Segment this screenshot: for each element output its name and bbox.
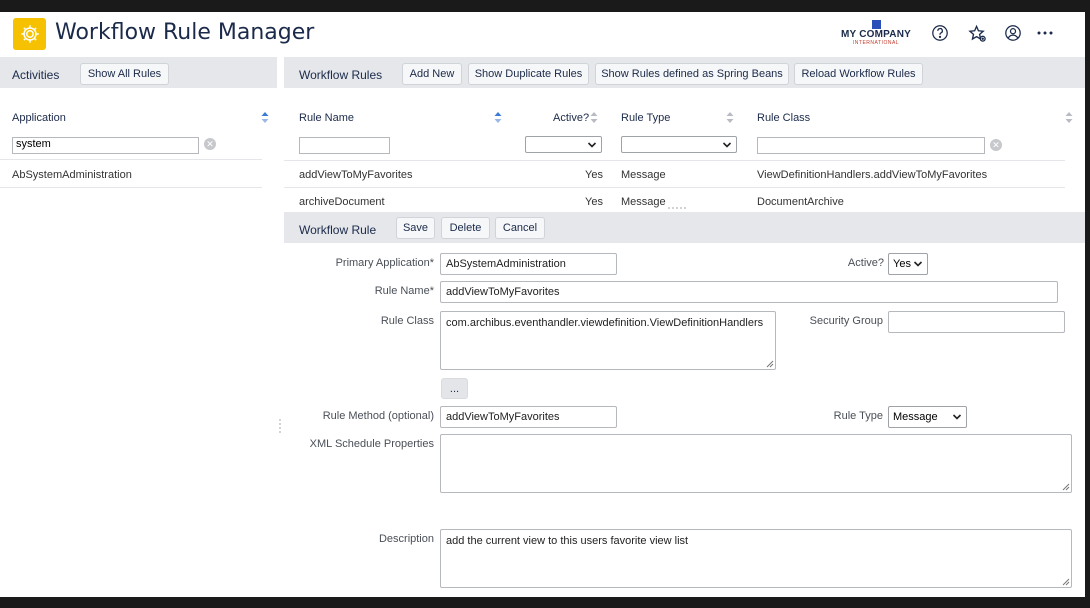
gear-icon: [13, 18, 46, 50]
workflow-rule-title: Workflow Rule: [299, 223, 377, 237]
chevron-down-icon: [913, 261, 923, 267]
app-window: Workflow Rule Manager MY COMPANY INTERNA…: [0, 12, 1085, 597]
splitter-handle[interactable]: [278, 418, 282, 434]
show-all-rules-button[interactable]: Show All Rules: [80, 63, 169, 85]
chevron-down-icon: [587, 142, 597, 148]
splitter-handle[interactable]: [667, 206, 687, 210]
workflow-rule-header: Workflow Rule Save Delete Cancel: [284, 212, 1085, 243]
reload-workflow-rules-button[interactable]: Reload Workflow Rules: [794, 63, 923, 85]
resize-grip-icon[interactable]: [1062, 578, 1070, 586]
rule-name-label: Rule Name*: [374, 285, 434, 297]
sort-icon[interactable]: [726, 112, 734, 123]
rule-name-filter-input[interactable]: [299, 137, 390, 154]
more-icon[interactable]: [1035, 23, 1055, 43]
workflow-rules-title: Workflow Rules: [299, 68, 383, 82]
cancel-button[interactable]: Cancel: [495, 217, 545, 239]
rule-class-textarea[interactable]: com.archibus.eventhandler.viewdefinition…: [440, 311, 776, 370]
security-group-label: Security Group: [809, 315, 883, 327]
row-divider: [0, 187, 262, 188]
application-column-header[interactable]: Application: [12, 112, 66, 124]
row-divider: [284, 187, 1065, 188]
building-icon: [871, 20, 881, 29]
rule-type-select[interactable]: Message: [888, 406, 967, 428]
active-label: Active?: [847, 257, 884, 269]
active-cell: Yes: [585, 196, 603, 208]
help-icon[interactable]: [930, 23, 950, 43]
save-button[interactable]: Save: [396, 217, 435, 239]
row-divider: [0, 159, 262, 160]
rule-type-label: Rule Type: [833, 410, 883, 422]
rule-name-column-header[interactable]: Rule Name: [299, 112, 354, 124]
activities-panel: Activities Show All Rules Application sy…: [0, 57, 277, 597]
rule-class-filter-input[interactable]: [757, 137, 985, 154]
rule-class-column-header[interactable]: Rule Class: [757, 112, 810, 124]
rule-name-cell: addViewToMyFavorites: [299, 169, 413, 181]
rule-name-cell: archiveDocument: [299, 196, 385, 208]
favorites-star-icon[interactable]: [967, 23, 987, 43]
active-column-header[interactable]: Active?: [553, 112, 589, 124]
company-logo: MY COMPANY INTERNATIONAL: [839, 20, 913, 46]
resize-grip-icon[interactable]: [766, 360, 774, 368]
active-filter-select[interactable]: [525, 136, 602, 153]
workflow-rules-header: Workflow Rules Add New Show Duplicate Ru…: [284, 57, 1085, 88]
sort-icon[interactable]: [261, 112, 269, 123]
sort-icon[interactable]: [1065, 112, 1073, 123]
clear-filter-icon[interactable]: ✕: [204, 138, 216, 150]
primary-application-input[interactable]: AbSystemAdministration: [440, 253, 617, 275]
add-new-button[interactable]: Add New: [402, 63, 462, 85]
sort-icon[interactable]: [494, 112, 502, 123]
page-title: Workflow Rule Manager: [55, 20, 315, 45]
primary-application-label: Primary Application*: [335, 257, 434, 269]
rule-type-filter-select[interactable]: [621, 136, 737, 153]
chevron-down-icon: [722, 142, 732, 148]
list-item[interactable]: AbSystemAdministration: [12, 169, 132, 181]
rule-class-cell: DocumentArchive: [757, 196, 844, 208]
application-filter-input[interactable]: system: [12, 137, 199, 154]
rule-type-cell: Message: [621, 169, 666, 181]
user-icon[interactable]: [1003, 23, 1023, 43]
row-divider: [284, 160, 1065, 161]
description-label: Description: [378, 533, 434, 545]
rule-type-column-header[interactable]: Rule Type: [621, 112, 670, 124]
rule-class-label: Rule Class: [380, 315, 434, 327]
chevron-down-icon: [952, 414, 962, 420]
title-bar: Workflow Rule Manager MY COMPANY INTERNA…: [0, 12, 1085, 56]
delete-button[interactable]: Delete: [441, 217, 490, 239]
description-textarea[interactable]: add the current view to this users favor…: [440, 529, 1072, 588]
browse-rule-class-button[interactable]: ...: [441, 378, 468, 399]
clear-filter-icon[interactable]: ✕: [990, 139, 1002, 151]
security-group-input[interactable]: [888, 311, 1065, 333]
activities-title: Activities: [12, 68, 60, 82]
rule-type-cell: Message: [621, 196, 666, 208]
show-duplicate-rules-button[interactable]: Show Duplicate Rules: [468, 63, 589, 85]
xml-schedule-textarea[interactable]: [440, 434, 1072, 493]
active-select[interactable]: Yes: [888, 253, 928, 275]
active-cell: Yes: [585, 169, 603, 181]
resize-grip-icon[interactable]: [1062, 483, 1070, 491]
rule-method-input[interactable]: addViewToMyFavorites: [440, 406, 617, 428]
sort-icon[interactable]: [590, 112, 598, 123]
show-spring-beans-button[interactable]: Show Rules defined as Spring Beans: [595, 63, 789, 85]
activities-header: Activities Show All Rules: [0, 57, 277, 88]
rule-name-input[interactable]: addViewToMyFavorites: [440, 281, 1058, 303]
rule-class-cell: ViewDefinitionHandlers.addViewToMyFavori…: [757, 169, 988, 181]
rule-method-label: Rule Method (optional): [322, 410, 434, 422]
xml-schedule-label: XML Schedule Properties: [309, 438, 434, 450]
